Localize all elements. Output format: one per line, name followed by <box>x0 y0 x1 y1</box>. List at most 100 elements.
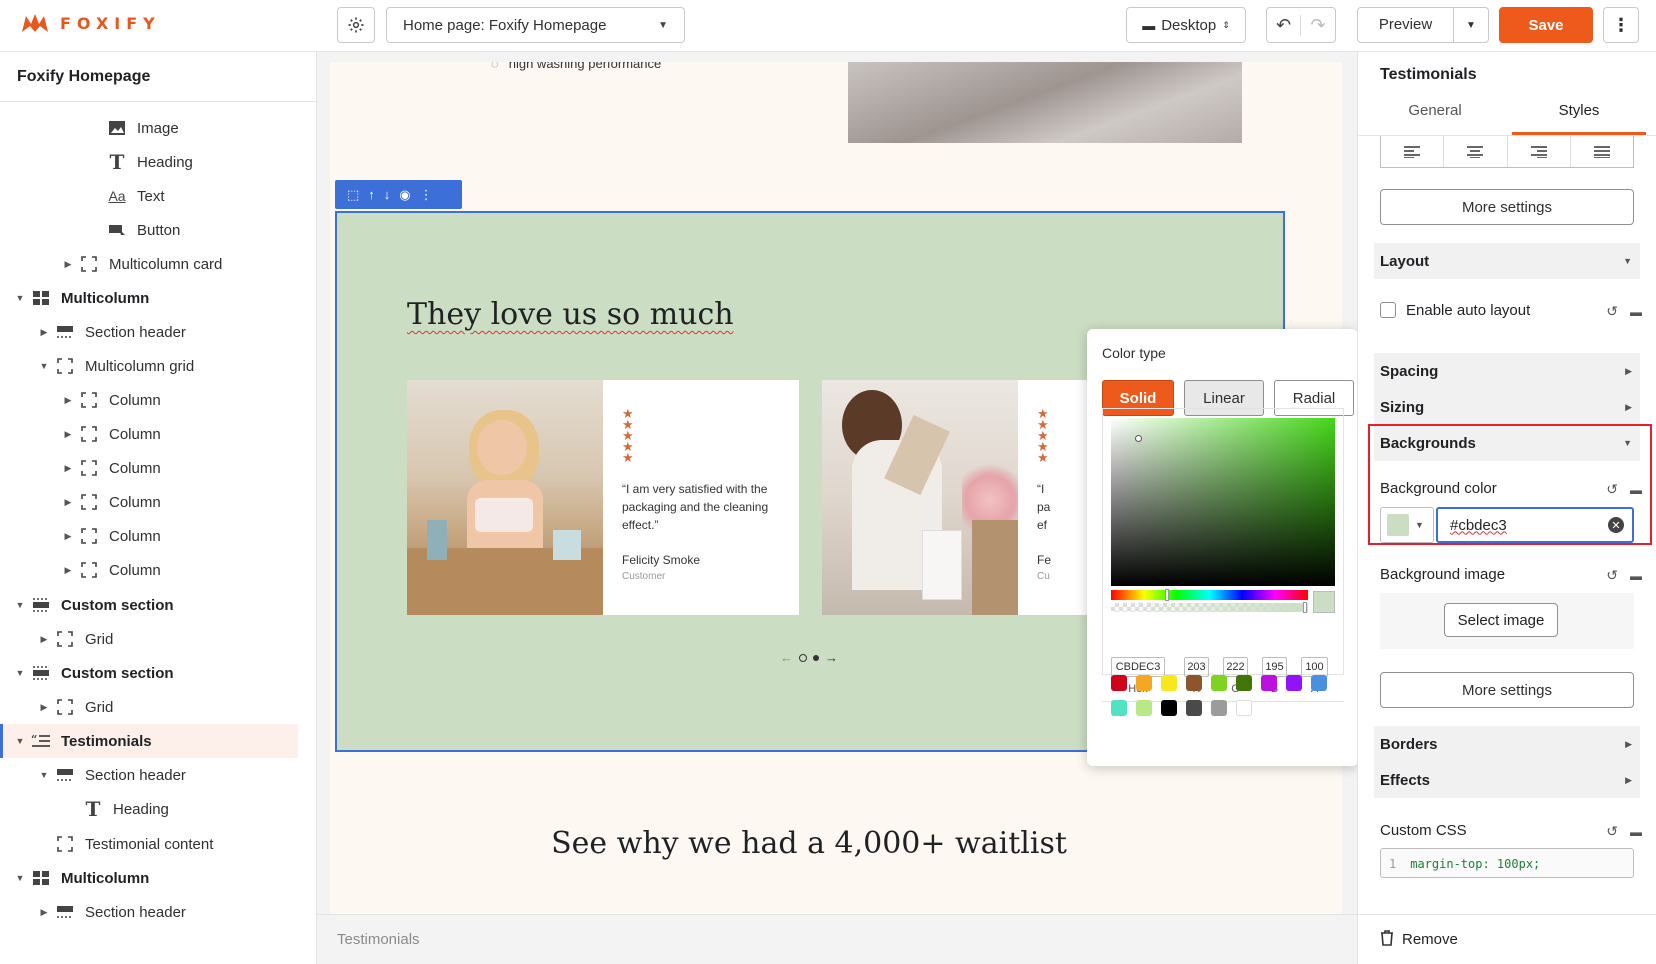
accordion-borders[interactable]: Borders ▶ <box>1374 726 1640 762</box>
more-menu-button[interactable]: ⋮ <box>1603 7 1639 43</box>
layer-item-column[interactable]: ▶ Column <box>0 485 300 519</box>
select-image-button[interactable]: Select image <box>1444 603 1558 637</box>
alpha-input[interactable]: 100 <box>1301 657 1328 677</box>
preset-swatch[interactable] <box>1236 675 1252 691</box>
reset-icon[interactable]: ↺ <box>1606 481 1618 498</box>
undo-icon[interactable]: ↶ <box>1267 14 1301 36</box>
layer-item-multicolumn[interactable]: ▼ Multicolumn <box>0 861 300 895</box>
pagination-dot-active[interactable] <box>813 654 819 661</box>
caret-right-icon[interactable]: ▶ <box>62 565 74 576</box>
background-color-swatch-button[interactable]: ▼ <box>1380 507 1434 543</box>
layer-item-column[interactable]: ▶ Column <box>0 417 300 451</box>
layer-item-column[interactable]: ▶ Column <box>0 553 300 587</box>
layer-item-section-header[interactable]: ▶ Section header <box>0 895 300 929</box>
visibility-icon[interactable]: ◉ <box>399 187 410 203</box>
blue-input[interactable]: 195 <box>1262 657 1287 677</box>
accordion-effects[interactable]: Effects ▶ <box>1374 762 1640 798</box>
accordion-spacing[interactable]: Spacing ▶ <box>1374 353 1640 389</box>
save-button[interactable]: Save <box>1499 7 1593 43</box>
reset-icon[interactable]: ↺ <box>1606 303 1618 320</box>
preset-swatch[interactable] <box>1136 700 1152 716</box>
preset-swatch[interactable] <box>1186 700 1202 716</box>
layer-item-custom-section[interactable]: ▼ Custom section <box>0 656 300 690</box>
accordion-sizing[interactable]: Sizing ▶ <box>1374 389 1640 425</box>
red-input[interactable]: 203 <box>1184 657 1209 677</box>
caret-down-icon[interactable]: ▼ <box>38 770 50 780</box>
caret-down-icon[interactable]: ▼ <box>14 668 26 678</box>
hue-handle[interactable] <box>1165 589 1169 601</box>
alpha-slider[interactable] <box>1111 602 1308 613</box>
tab-styles[interactable]: Styles <box>1512 102 1646 134</box>
auto-layout-checkbox[interactable] <box>1380 302 1396 318</box>
desktop-icon[interactable]: ▬ <box>1630 305 1642 319</box>
preset-swatch[interactable] <box>1161 675 1177 691</box>
align-center-icon[interactable] <box>1444 136 1508 167</box>
desktop-icon[interactable]: ▬ <box>1630 569 1642 583</box>
align-left-icon[interactable] <box>1381 136 1445 167</box>
caret-right-icon[interactable]: ▶ <box>62 395 74 406</box>
caret-right-icon[interactable]: ▶ <box>38 907 50 918</box>
more-settings-button[interactable]: More settings <box>1380 189 1634 225</box>
preview-button[interactable]: Preview <box>1358 8 1454 42</box>
background-color-input[interactable]: #cbdec3 ✕ <box>1436 507 1634 543</box>
move-up-icon[interactable]: ↑ <box>368 187 375 202</box>
layer-item-grid[interactable]: ▶ Grid <box>0 690 300 724</box>
custom-css-editor[interactable]: 1 margin-top: 100px; <box>1380 848 1634 878</box>
caret-down-icon[interactable]: ▼ <box>38 361 50 371</box>
caret-right-icon[interactable]: ▶ <box>38 327 50 338</box>
preset-swatch[interactable] <box>1211 675 1227 691</box>
saturation-handle[interactable] <box>1135 435 1142 442</box>
preset-swatch[interactable] <box>1261 675 1277 691</box>
move-down-icon[interactable]: ↓ <box>384 187 391 202</box>
tab-general[interactable]: General <box>1368 102 1502 134</box>
caret-right-icon[interactable]: ▶ <box>38 702 50 713</box>
arrow-right-icon[interactable]: → <box>825 650 838 665</box>
redo-icon[interactable]: ↷ <box>1301 15 1335 36</box>
layer-item-section-header[interactable]: ▼ Section header <box>0 758 300 792</box>
layer-item-multicolumn-grid[interactable]: ▼ Multicolumn grid <box>0 349 300 383</box>
section-heading[interactable]: They love us so much <box>407 297 734 332</box>
more-settings-button[interactable]: More settings <box>1380 672 1634 708</box>
layer-item-section-header[interactable]: ▶ Section header <box>0 315 300 349</box>
device-select[interactable]: ▬ Desktop ⇕ <box>1126 7 1246 43</box>
hue-slider[interactable] <box>1111 589 1308 601</box>
caret-down-icon[interactable]: ▼ <box>14 293 26 303</box>
settings-button[interactable] <box>337 7 375 43</box>
layer-item-heading[interactable]: T Heading <box>0 792 300 826</box>
caret-down-icon[interactable]: ▼ <box>14 873 26 883</box>
layer-item-testimonials[interactable]: ▼ “ Testimonials <box>0 724 298 758</box>
layer-item-testimonial-content[interactable]: Testimonial content <box>0 827 300 861</box>
layer-item-grid[interactable]: ▶ Grid <box>0 622 300 656</box>
preset-swatch[interactable] <box>1286 675 1302 691</box>
testimonial-card[interactable]: ★ ★ ★ ★ ★ “I pa ef Fe Cu <box>822 380 1122 615</box>
breadcrumb-label[interactable]: Testimonials <box>337 931 420 948</box>
caret-right-icon[interactable]: ▶ <box>62 531 74 542</box>
green-input[interactable]: 222 <box>1223 657 1248 677</box>
layer-item-heading[interactable]: T Heading <box>0 145 300 179</box>
accordion-layout[interactable]: Layout ▼ <box>1374 243 1640 279</box>
desktop-icon[interactable]: ▬ <box>1630 483 1642 497</box>
caret-right-icon[interactable]: ▶ <box>62 259 74 270</box>
preset-swatch[interactable] <box>1211 700 1227 716</box>
layer-item-column[interactable]: ▶ Column <box>0 451 300 485</box>
caret-down-icon[interactable]: ▼ <box>14 736 26 746</box>
preset-swatch[interactable] <box>1311 675 1327 691</box>
pagination-dot[interactable] <box>799 653 807 662</box>
reset-icon[interactable]: ↺ <box>1606 567 1618 584</box>
layer-item-text[interactable]: Aa Text <box>0 179 300 213</box>
layer-item-multicolumn-card[interactable]: ▶ Multicolumn card <box>0 247 300 281</box>
preset-swatch[interactable] <box>1111 675 1127 691</box>
layer-item-multicolumn[interactable]: ▼ Multicolumn <box>0 281 300 315</box>
hex-input[interactable]: CBDEC3 <box>1111 657 1165 677</box>
caret-right-icon[interactable]: ▶ <box>62 497 74 508</box>
chevron-down-icon[interactable]: ▼ <box>1454 20 1488 31</box>
preset-swatch[interactable] <box>1186 675 1202 691</box>
preset-swatch[interactable] <box>1111 700 1127 716</box>
preset-swatch[interactable] <box>1136 675 1152 691</box>
preset-swatch[interactable] <box>1236 700 1252 716</box>
testimonial-card[interactable]: ★ ★ ★ ★ ★ “I am very satisfied with the pack… <box>407 380 799 615</box>
reset-icon[interactable]: ↺ <box>1606 823 1618 840</box>
caret-right-icon[interactable]: ▶ <box>62 463 74 474</box>
kebab-icon[interactable]: ⋮ <box>420 187 433 203</box>
layer-item-custom-section[interactable]: ▼ Custom section <box>0 588 300 622</box>
